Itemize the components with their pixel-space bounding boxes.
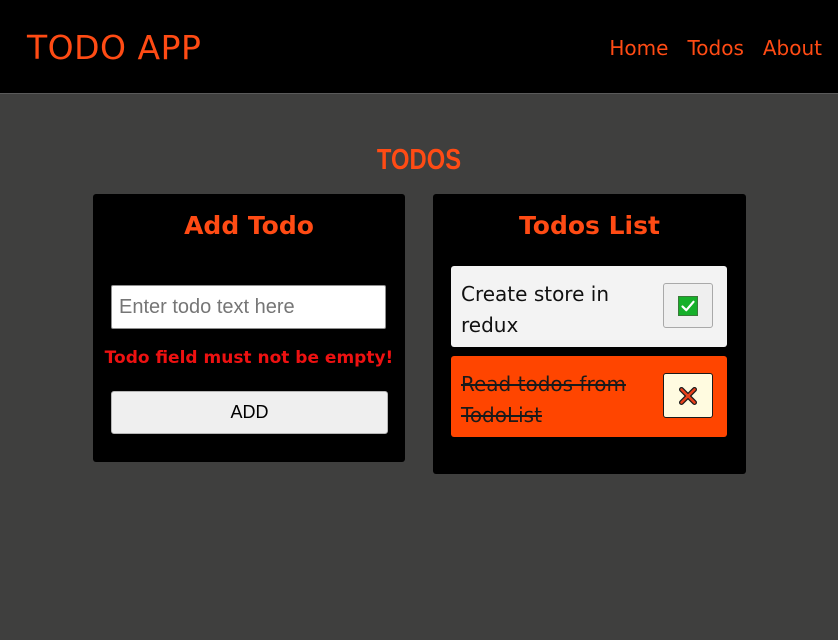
nav-link-todos[interactable]: Todos [687,34,743,62]
app-brand[interactable]: TODO APP [27,28,201,68]
nav-links: Home Todos About [609,34,822,62]
add-todo-title: Add Todo [184,211,314,240]
validation-error-message: Todo field must not be empty! [104,348,394,368]
add-todo-button[interactable]: ADD [111,391,388,434]
todos-list-title: Todos List [519,211,660,240]
todo-item: Create store in redux [451,266,727,347]
nav-link-home[interactable]: Home [609,34,668,62]
todo-complete-toggle[interactable] [663,373,713,418]
todos-list-panel: Todos List Create store in redux Read to… [433,194,746,474]
todo-text-input[interactable] [111,285,386,329]
add-todo-panel: Add Todo Todo field must not be empty! A… [93,194,405,462]
todo-item: Read todos from TodoList [451,356,727,437]
cross-mark-icon [679,386,697,405]
todo-item-text: Create store in redux [461,282,609,337]
nav-link-about[interactable]: About [763,34,822,62]
check-mark-icon [678,295,698,316]
todo-complete-toggle[interactable] [663,283,713,328]
todo-item-text: Read todos from TodoList [461,372,626,427]
page-title: TODOS [376,144,462,176]
top-navbar: TODO APP Home Todos About [0,0,838,94]
